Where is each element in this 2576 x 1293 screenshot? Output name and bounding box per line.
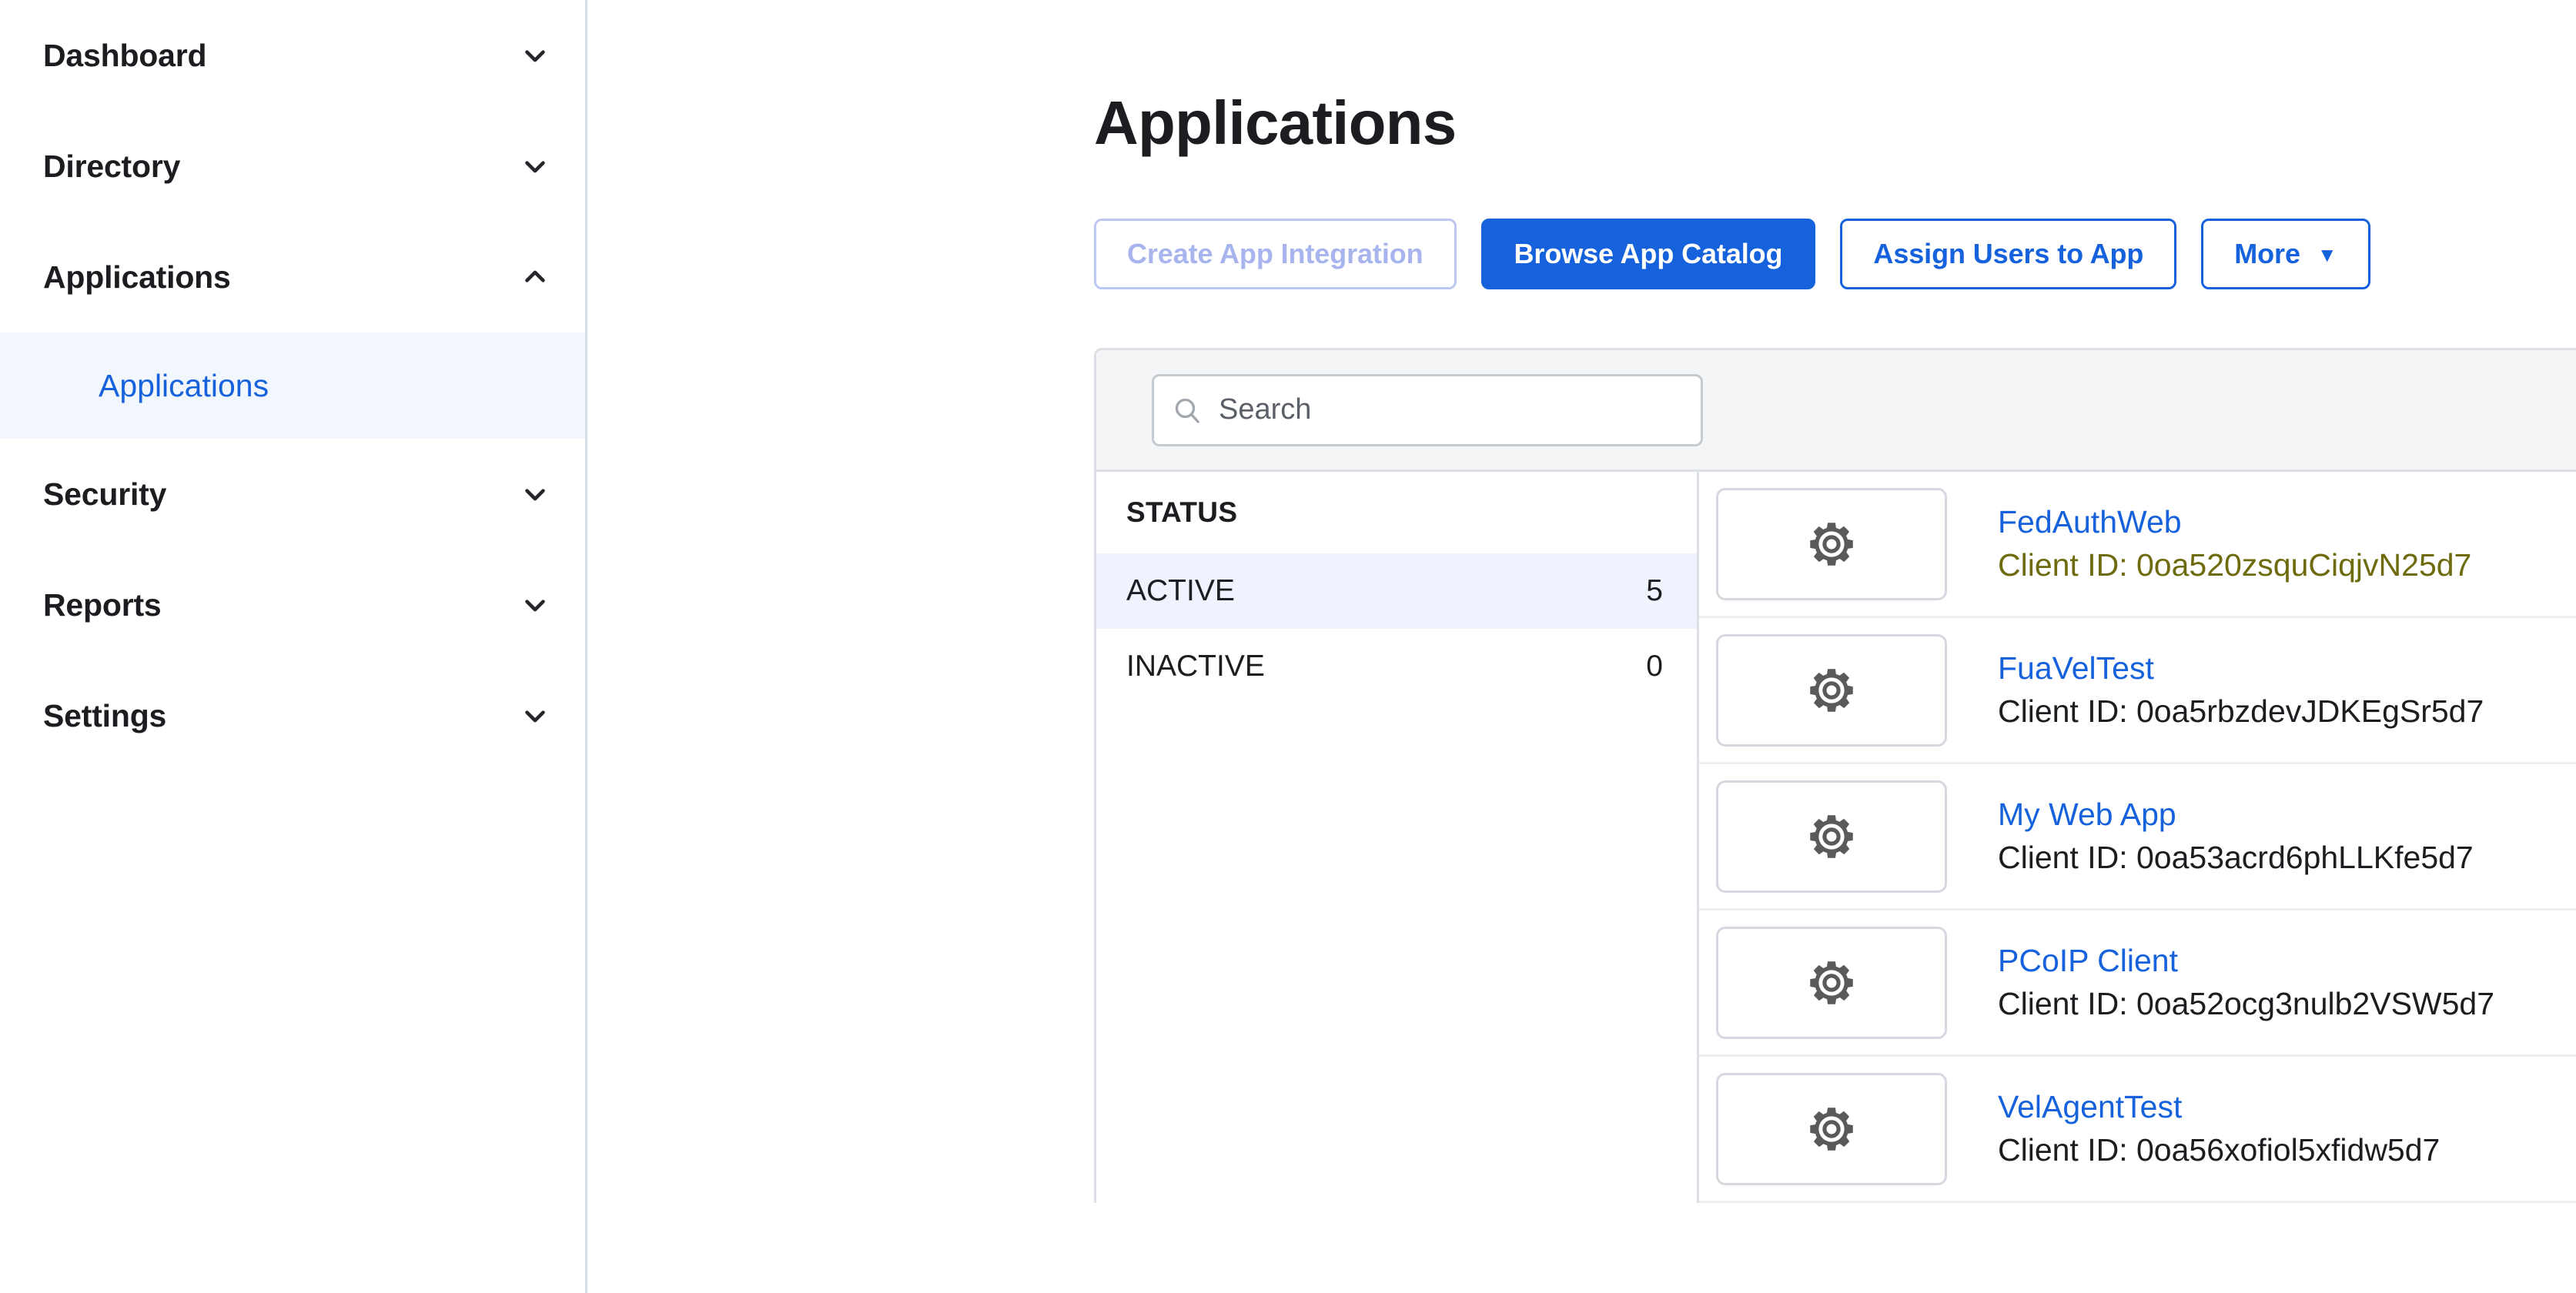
sidebar-group-applications: Applications Applications [0, 222, 585, 439]
panel-body: STATUS ACTIVE 5 INACTIVE 0 FedAuthWeb Cl… [1096, 472, 2576, 1203]
main-content: Applications Create App Integration Brow… [587, 0, 2576, 1293]
status-filter-header: STATUS [1126, 496, 1238, 528]
assign-users-to-app-button[interactable]: Assign Users to App [1840, 219, 2177, 289]
sidebar-group-dashboard: Dashboard [0, 0, 585, 111]
app-meta: FuaVelTest Client ID: 0oa5rbzdevJDKEgSr5… [1998, 651, 2484, 728]
app-client-id: Client ID: 0oa52ocg3nulb2VSW5d7 [1998, 985, 2495, 1021]
status-filter-label: INACTIVE [1126, 650, 1265, 683]
gear-icon [1803, 662, 1860, 719]
gear-icon [1803, 516, 1860, 573]
search-field [1152, 373, 1703, 446]
table-row[interactable]: FuaVelTest Client ID: 0oa5rbzdevJDKEgSr5… [1699, 618, 2576, 764]
sidebar-item-label: Security [43, 476, 167, 512]
browse-app-catalog-button[interactable]: Browse App Catalog [1480, 219, 1816, 289]
app-client-id-text: Client ID: 0oa520zsquCiqjvN25d7 [1998, 546, 2472, 583]
app-client-id: Client ID: 0oa520zsquCiqjvN25d7 [1983, 546, 2495, 586]
sidebar-item-label: Settings [43, 697, 167, 733]
app-name-link[interactable]: VelAgentTest [1998, 1090, 2440, 1124]
gear-icon [1803, 808, 1860, 865]
app-meta: PCoIP Client Client ID: 0oa52ocg3nulb2VS… [1998, 944, 2494, 1021]
sidebar-item-applications[interactable]: Applications [0, 222, 585, 332]
sidebar-subitem-applications[interactable]: Applications [0, 332, 585, 439]
status-filter-item-active[interactable]: ACTIVE 5 [1096, 553, 1697, 629]
applications-panel: STATUS ACTIVE 5 INACTIVE 0 [1094, 348, 2576, 1203]
panel-toolbar [1096, 350, 2576, 472]
sidebar-group-directory: Directory [0, 111, 585, 222]
sidebar-item-label: Reports [43, 586, 162, 623]
app-icon-tile [1716, 487, 1947, 600]
app-meta: FedAuthWeb Client ID: 0oa520zsquCiqjvN25… [1983, 505, 2495, 586]
action-button-row: Create App Integration Browse App Catalo… [1094, 219, 2576, 289]
table-row[interactable]: PCoIP Client Client ID: 0oa52ocg3nulb2VS… [1699, 910, 2576, 1057]
chevron-down-icon[interactable] [519, 150, 551, 182]
sidebar-item-reports[interactable]: Reports [0, 550, 585, 660]
chevron-up-icon[interactable] [519, 261, 551, 293]
chevron-down-icon: ▼ [2317, 243, 2337, 266]
more-button[interactable]: More ▼ [2201, 219, 2370, 289]
app-name-link[interactable]: PCoIP Client [1998, 944, 2494, 978]
chevron-down-icon[interactable] [519, 589, 551, 621]
gear-icon [1803, 954, 1860, 1011]
status-filter-count: 0 [1646, 650, 1663, 683]
sidebar-item-label: Directory [43, 148, 181, 184]
sidebar-item-label: Dashboard [43, 37, 207, 73]
chevron-down-icon[interactable] [519, 478, 551, 510]
app-meta: My Web App Client ID: 0oa53acrd6phLLKfe5… [1998, 797, 2474, 874]
app-name-link[interactable]: FuaVelTest [1998, 651, 2484, 686]
search-input[interactable] [1152, 373, 1703, 446]
sidebar-item-directory[interactable]: Directory [0, 111, 585, 222]
app-icon-tile [1716, 1072, 1947, 1185]
table-row[interactable]: VelAgentTest Client ID: 0oa56xofiol5xfid… [1699, 1057, 2576, 1203]
content-column: Applications Create App Integration Brow… [1094, 0, 2576, 1203]
status-filter-label: ACTIVE [1126, 574, 1235, 607]
table-row[interactable]: FedAuthWeb Client ID: 0oa520zsquCiqjvN25… [1699, 472, 2576, 618]
status-filter-count: 5 [1646, 574, 1663, 607]
chevron-down-icon[interactable] [519, 700, 551, 732]
sidebar-navigation: Dashboard Directory Applications Applica… [0, 0, 587, 1293]
app-client-id: Client ID: 0oa53acrd6phLLKfe5d7 [1998, 839, 2474, 875]
app-icon-tile [1716, 780, 1947, 893]
sidebar-group-settings: Settings [0, 660, 585, 771]
application-list: FedAuthWeb Client ID: 0oa520zsquCiqjvN25… [1699, 472, 2576, 1203]
sidebar-item-security[interactable]: Security [0, 439, 585, 550]
create-app-integration-button[interactable]: Create App Integration [1094, 219, 1457, 289]
page-title: Applications [1094, 89, 1457, 157]
status-filter-column: STATUS ACTIVE 5 INACTIVE 0 [1096, 472, 1699, 1203]
status-filter-item-inactive[interactable]: INACTIVE 0 [1096, 629, 1697, 704]
gear-icon [1803, 1101, 1860, 1158]
application-window: Dashboard Directory Applications Applica… [0, 0, 2576, 1293]
app-icon-tile [1716, 926, 1947, 1039]
app-meta: VelAgentTest Client ID: 0oa56xofiol5xfid… [1998, 1090, 2440, 1167]
sidebar-item-label: Applications [43, 259, 231, 295]
app-icon-tile [1716, 633, 1947, 747]
chevron-down-icon[interactable] [519, 39, 551, 72]
sidebar-group-reports: Reports [0, 550, 585, 660]
sidebar-item-settings[interactable]: Settings [0, 660, 585, 771]
sidebar-item-dashboard[interactable]: Dashboard [0, 0, 585, 111]
more-button-label: More [2234, 238, 2300, 269]
app-name-link[interactable]: My Web App [1998, 797, 2474, 832]
app-client-id: Client ID: 0oa5rbzdevJDKEgSr5d7 [1998, 693, 2484, 729]
app-name-link[interactable]: FedAuthWeb [1998, 505, 2471, 540]
sidebar-group-security: Security [0, 439, 585, 550]
app-client-id: Client ID: 0oa56xofiol5xfidw5d7 [1998, 1131, 2441, 1168]
table-row[interactable]: My Web App Client ID: 0oa53acrd6phLLKfe5… [1699, 764, 2576, 910]
